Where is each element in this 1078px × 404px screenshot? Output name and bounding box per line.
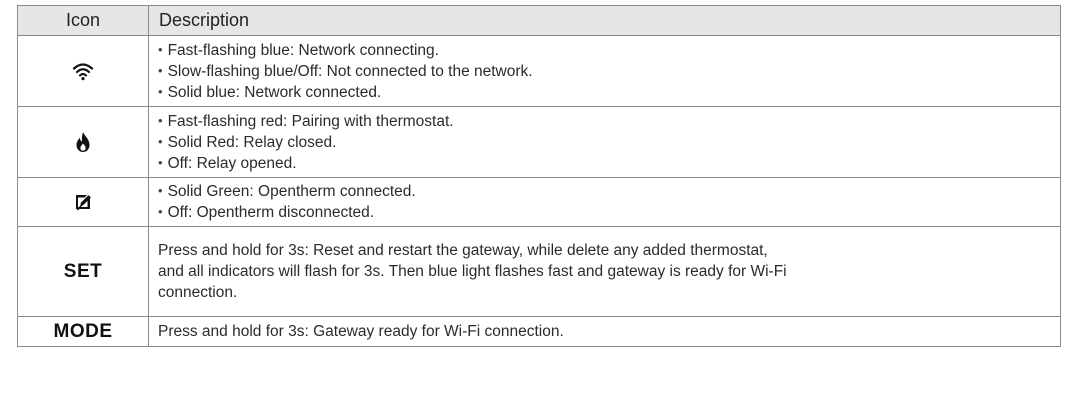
table-row: Fast-flashing blue: Network connecting. … — [17, 35, 1061, 107]
list-item: Solid Green: Opentherm connected. — [158, 181, 1050, 202]
table-row: Fast-flashing red: Pairing with thermost… — [17, 106, 1061, 178]
icon-column-header: Icon — [17, 5, 149, 36]
list-item: Solid Red: Relay closed. — [158, 132, 1050, 153]
wifi-icon — [72, 62, 94, 81]
description-cell: Press and hold for 3s: Gateway ready for… — [148, 316, 1061, 347]
description-cell: Press and hold for 3s: Reset and restart… — [148, 226, 1061, 317]
description-line: Press and hold for 3s: Gateway ready for… — [158, 323, 564, 340]
table-header-row: Icon Description — [17, 5, 1061, 36]
description-line: connection. — [158, 284, 238, 301]
description-line: and all indicators will flash for 3s. Th… — [158, 263, 787, 280]
icon-cell — [17, 177, 149, 227]
list-item: Fast-flashing red: Pairing with thermost… — [158, 111, 1050, 132]
flame-icon — [75, 132, 91, 152]
table-row: Solid Green: Opentherm connected. Off: O… — [17, 177, 1061, 227]
list-item: Fast-flashing blue: Network connecting. — [158, 40, 1050, 61]
description-list: Fast-flashing red: Pairing with thermost… — [158, 111, 1050, 174]
description-list: Solid Green: Opentherm connected. Off: O… — [158, 181, 1050, 223]
icon-cell — [17, 106, 149, 178]
description-line: Press and hold for 3s: Reset and restart… — [158, 242, 768, 259]
description-list: Fast-flashing blue: Network connecting. … — [158, 40, 1050, 103]
description-cell: Fast-flashing blue: Network connecting. … — [148, 35, 1061, 107]
icon-cell: MODE — [17, 316, 149, 347]
icon-cell: SET — [17, 226, 149, 317]
icon-cell — [17, 35, 149, 107]
description-cell: Fast-flashing red: Pairing with thermost… — [148, 106, 1061, 178]
list-item: Solid blue: Network connected. — [158, 82, 1050, 103]
list-item: Slow-flashing blue/Off: Not connected to… — [158, 61, 1050, 82]
opentherm-icon — [74, 193, 92, 211]
description-column-header: Description — [148, 5, 1061, 36]
description-cell: Solid Green: Opentherm connected. Off: O… — [148, 177, 1061, 227]
mode-button-label: MODE — [53, 320, 113, 342]
indicator-table: Icon Description Fast-flashing blue: Net… — [17, 5, 1061, 347]
list-item: Off: Opentherm disconnected. — [158, 202, 1050, 223]
table-row: MODE Press and hold for 3s: Gateway read… — [17, 316, 1061, 347]
set-button-label: SET — [63, 260, 103, 282]
table-row: SET Press and hold for 3s: Reset and res… — [17, 226, 1061, 317]
list-item: Off: Relay opened. — [158, 153, 1050, 174]
